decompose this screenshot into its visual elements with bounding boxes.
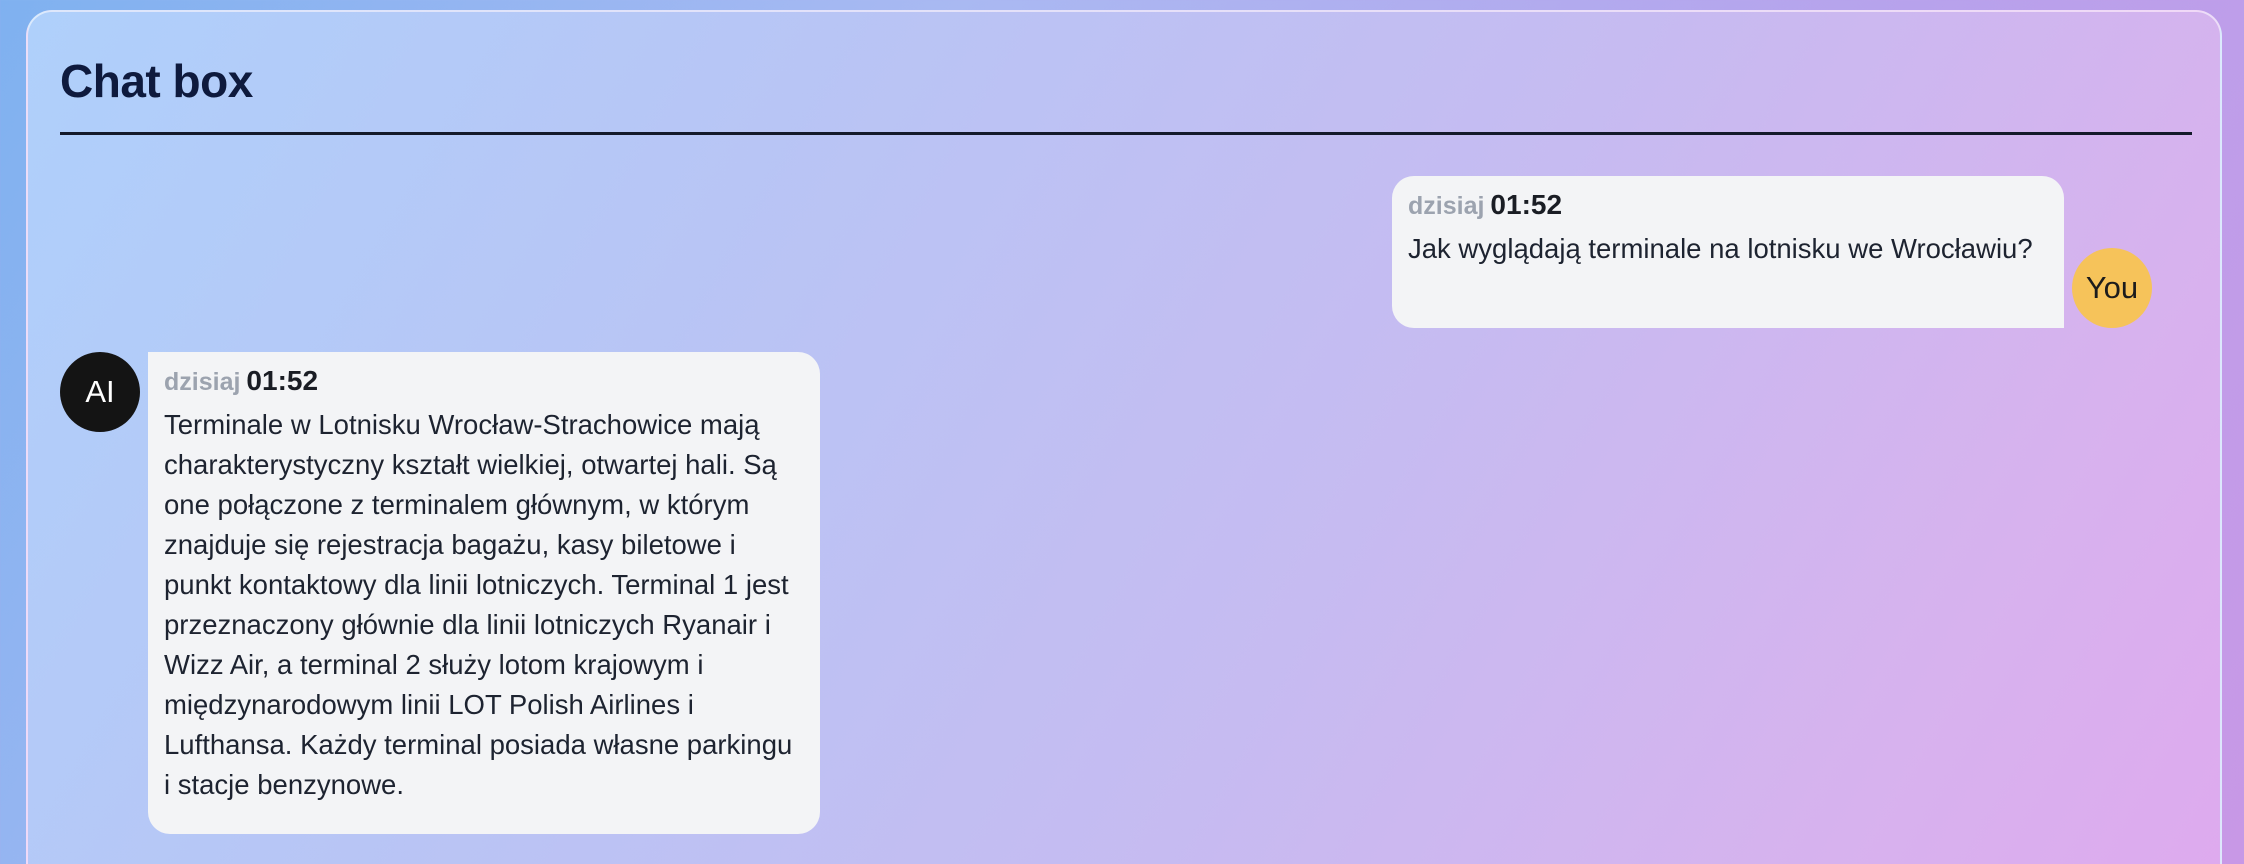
user-avatar: You	[2072, 248, 2152, 328]
page-title: Chat box	[60, 55, 253, 107]
ai-message-bubble: dzisiaj 01:52 Terminale w Lotnisku Wrocła…	[148, 352, 820, 834]
chat-panel: Chat box dzisiaj 01:52 Jak wyglądają term…	[26, 10, 2222, 864]
message-meta: dzisiaj 01:52	[1408, 188, 2048, 223]
message-meta: dzisiaj 01:52	[164, 364, 804, 399]
ai-avatar-label: AI	[85, 374, 115, 409]
user-message-bubble: dzisiaj 01:52 Jak wyglądają terminale na …	[1392, 176, 2064, 328]
title-divider	[60, 132, 2192, 135]
message-text: Terminale w Lotnisku Wrocław-Strachowice…	[164, 409, 793, 800]
message-day: dzisiaj	[164, 368, 241, 396]
message-day: dzisiaj	[1408, 192, 1485, 220]
message-time: 01:52	[1490, 189, 1563, 220]
message-text: Jak wyglądają terminale na lotnisku we W…	[1408, 233, 2033, 264]
user-avatar-label: You	[2085, 270, 2139, 305]
ai-avatar: AI	[60, 352, 140, 432]
message-time: 01:52	[246, 365, 319, 396]
